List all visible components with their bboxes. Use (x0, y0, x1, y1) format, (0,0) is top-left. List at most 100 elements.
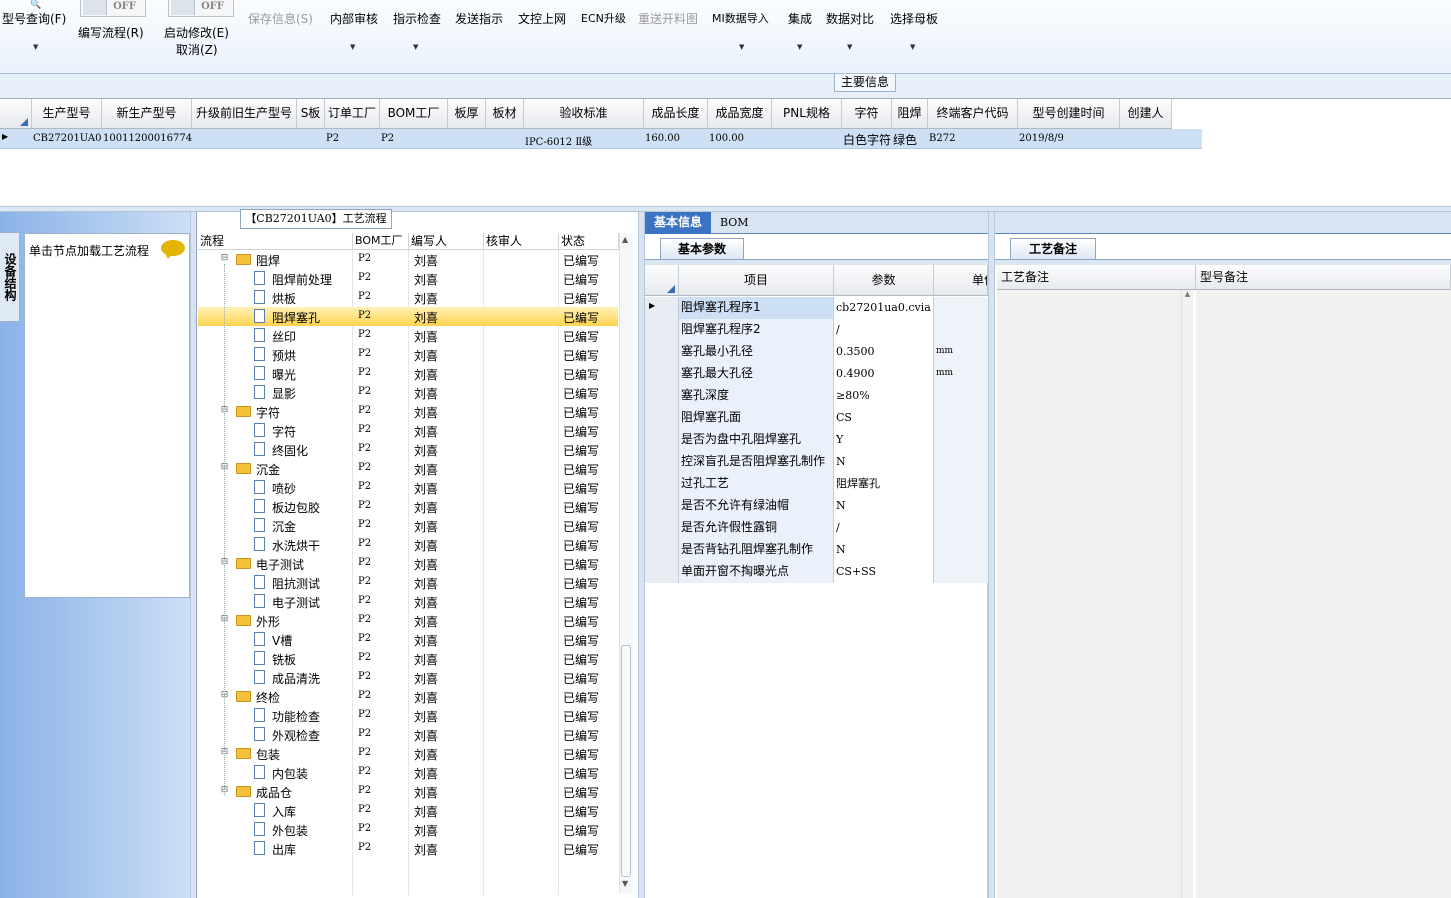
chevron-down-icon[interactable]: ▼ (910, 43, 915, 51)
main-col-header[interactable]: 成品长度 (644, 99, 708, 129)
param-value-cell[interactable]: / (834, 319, 934, 341)
tree-row[interactable]: ⊟ 包装 P2 刘喜 已编写 (198, 744, 618, 763)
write-flow-toggle[interactable]: OFF (80, 0, 146, 17)
tree-row[interactable]: 外包装 P2 刘喜 已编写 (198, 820, 618, 839)
param-value-cell[interactable]: 0.4900 (834, 363, 934, 385)
model-memo-textarea[interactable] (1196, 290, 1451, 898)
main-col-header[interactable]: 新生产型号 (102, 99, 192, 129)
tree-row[interactable]: 出库 P2 刘喜 已编写 (198, 839, 618, 858)
tree-scroll-thumb[interactable] (621, 645, 631, 877)
params-col-value[interactable]: 参数 (834, 265, 934, 296)
main-col-header[interactable]: 型号创建时间 (1018, 99, 1120, 129)
memo-col-model[interactable]: 型号备注 (1196, 265, 1451, 290)
main-col-header[interactable]: 订单工厂 (325, 99, 380, 129)
chevron-down-icon[interactable]: ▼ (33, 43, 38, 51)
tree-row[interactable]: 阻抗测试 P2 刘喜 已编写 (198, 573, 618, 592)
param-value-cell[interactable]: 阻焊塞孔 (834, 473, 934, 495)
row-indicator[interactable] (645, 407, 679, 429)
save-button[interactable]: 保存信息(S) (248, 10, 313, 27)
main-col-header[interactable]: 板厚 (448, 99, 486, 129)
param-value-cell[interactable]: Y (834, 429, 934, 451)
tree-row[interactable]: ⊟ 成品仓 P2 刘喜 已编写 (198, 782, 618, 801)
tree-col-writer[interactable]: 编写人 (409, 233, 484, 250)
param-row[interactable]: 是否不允许有绿油帽 N (645, 495, 988, 517)
tree-row[interactable]: 喷砂 P2 刘喜 已编写 (198, 478, 618, 497)
memo-col-process[interactable]: 工艺备注 (997, 265, 1196, 290)
grid-corner[interactable] (0, 99, 32, 129)
integrate-button[interactable]: 集成 (788, 10, 812, 27)
table-row[interactable]: ▶ CB27201UA0 10011200016774 P2 P2 IPC-6012 Ⅱ… (0, 129, 1202, 149)
param-row[interactable]: 阻焊塞孔面 CS (645, 407, 988, 429)
main-col-header[interactable]: PNL规格 (772, 99, 842, 129)
wenkong-online-button[interactable]: 文控上网 (518, 10, 566, 27)
param-value-cell[interactable]: CS+SS (834, 561, 934, 583)
tree-row[interactable]: 入库 P2 刘喜 已编写 (198, 801, 618, 820)
param-row[interactable]: 塞孔最大孔径 0.4900 mm (645, 363, 988, 385)
tree-row[interactable]: 字符 P2 刘喜 已编写 (198, 421, 618, 440)
main-col-header[interactable]: 成品宽度 (708, 99, 772, 129)
row-indicator[interactable] (645, 363, 679, 385)
main-col-header[interactable]: 字符 (842, 99, 892, 129)
tree-row[interactable]: 烘板 P2 刘喜 已编写 (198, 288, 618, 307)
row-indicator[interactable] (645, 539, 679, 561)
tree-row[interactable]: V槽 P2 刘喜 已编写 (198, 630, 618, 649)
tab-basic-info[interactable]: 基本信息 (645, 212, 711, 234)
vertical-splitter[interactable] (638, 212, 645, 898)
chevron-down-icon[interactable]: ▼ (847, 43, 852, 51)
collapse-icon[interactable]: ⊟ (220, 254, 229, 264)
device-structure-tab[interactable]: 设备结构 (0, 232, 20, 322)
main-col-header[interactable]: S板 (297, 99, 325, 129)
tab-bom[interactable]: BOM (720, 216, 749, 229)
tree-row[interactable]: 铣板 P2 刘喜 已编写 (198, 649, 618, 668)
param-value-cell[interactable]: N (834, 451, 934, 473)
row-indicator[interactable] (645, 517, 679, 539)
param-row[interactable]: 塞孔最小孔径 0.3500 mm (645, 341, 988, 363)
reopen-material-chart-button[interactable]: 重送开料图 (638, 10, 698, 27)
params-col-unit[interactable]: 单位 (934, 265, 988, 296)
tree-row[interactable]: 水洗烘干 P2 刘喜 已编写 (198, 535, 618, 554)
param-row[interactable]: 是否为盘中孔阻焊塞孔 Y (645, 429, 988, 451)
param-value-cell[interactable]: N (834, 495, 934, 517)
row-indicator[interactable] (645, 319, 679, 341)
main-col-header[interactable]: 终端客户代码 (928, 99, 1018, 129)
param-row[interactable]: 单面开窗不掏曝光点 CS+SS (645, 561, 988, 583)
row-indicator[interactable] (645, 473, 679, 495)
main-col-header[interactable]: 验收标准 (524, 99, 644, 129)
tree-row[interactable]: 曝光 P2 刘喜 已编写 (198, 364, 618, 383)
params-grid-corner[interactable] (645, 265, 679, 296)
main-col-header[interactable]: 生产型号 (32, 99, 102, 129)
row-indicator[interactable] (645, 429, 679, 451)
param-row[interactable]: 阻焊塞孔程序2/ (645, 319, 988, 341)
tree-col-status[interactable]: 状态 (559, 233, 619, 250)
tree-row[interactable]: 电子测试 P2 刘喜 已编写 (198, 592, 618, 611)
chevron-down-icon[interactable]: ▼ (350, 43, 355, 51)
row-indicator[interactable] (645, 495, 679, 517)
process-memo-textarea[interactable] (997, 290, 1193, 898)
param-row[interactable]: 是否允许假性露铜 / (645, 517, 988, 539)
param-value-cell[interactable]: N (834, 539, 934, 561)
tab-process-memo[interactable]: 工艺备注 (1010, 238, 1096, 260)
row-indicator[interactable] (645, 451, 679, 473)
row-indicator[interactable] (645, 561, 679, 583)
mi-import-button[interactable]: MI数据导入 (712, 10, 769, 26)
main-col-header[interactable]: 创建人 (1120, 99, 1172, 129)
param-row[interactable]: 控深盲孔是否阻焊塞孔制作 N (645, 451, 988, 473)
param-value-cell[interactable]: / (834, 517, 934, 539)
main-col-header[interactable]: 升级前旧生产型号 (192, 99, 297, 129)
tree-row[interactable]: ⊟ 终检 P2 刘喜 已编写 (198, 687, 618, 706)
tree-row[interactable]: ⊟ 电子测试 P2 刘喜 已编写 (198, 554, 618, 573)
tree-row[interactable]: 丝印 P2 刘喜 已编写 (198, 326, 618, 345)
tree-row[interactable]: ⊟ 沉金 P2 刘喜 已编写 (198, 459, 618, 478)
internal-review-button[interactable]: 内部审核 (330, 10, 378, 27)
params-col-item[interactable]: 项目 (679, 265, 834, 296)
chevron-down-icon[interactable]: ▼ (413, 43, 418, 51)
param-row[interactable]: ▶ 阻焊塞孔程序1 cb27201ua0.cvia (645, 297, 988, 319)
tree-row[interactable]: 显影 P2 刘喜 已编写 (198, 383, 618, 402)
model-query-button[interactable]: 型号查询(F) (2, 10, 66, 27)
param-row[interactable]: 是否背钻孔阻焊塞孔制作 N (645, 539, 988, 561)
tree-col-reviewer[interactable]: 核审人 (484, 233, 559, 250)
tree-row[interactable]: 功能检查 P2 刘喜 已编写 (198, 706, 618, 725)
tree-row[interactable]: ⊟ 阻焊 P2 刘喜 已编写 (198, 250, 618, 269)
main-col-header[interactable]: 板材 (486, 99, 524, 129)
param-value-cell[interactable]: cb27201ua0.cvia (834, 297, 934, 319)
